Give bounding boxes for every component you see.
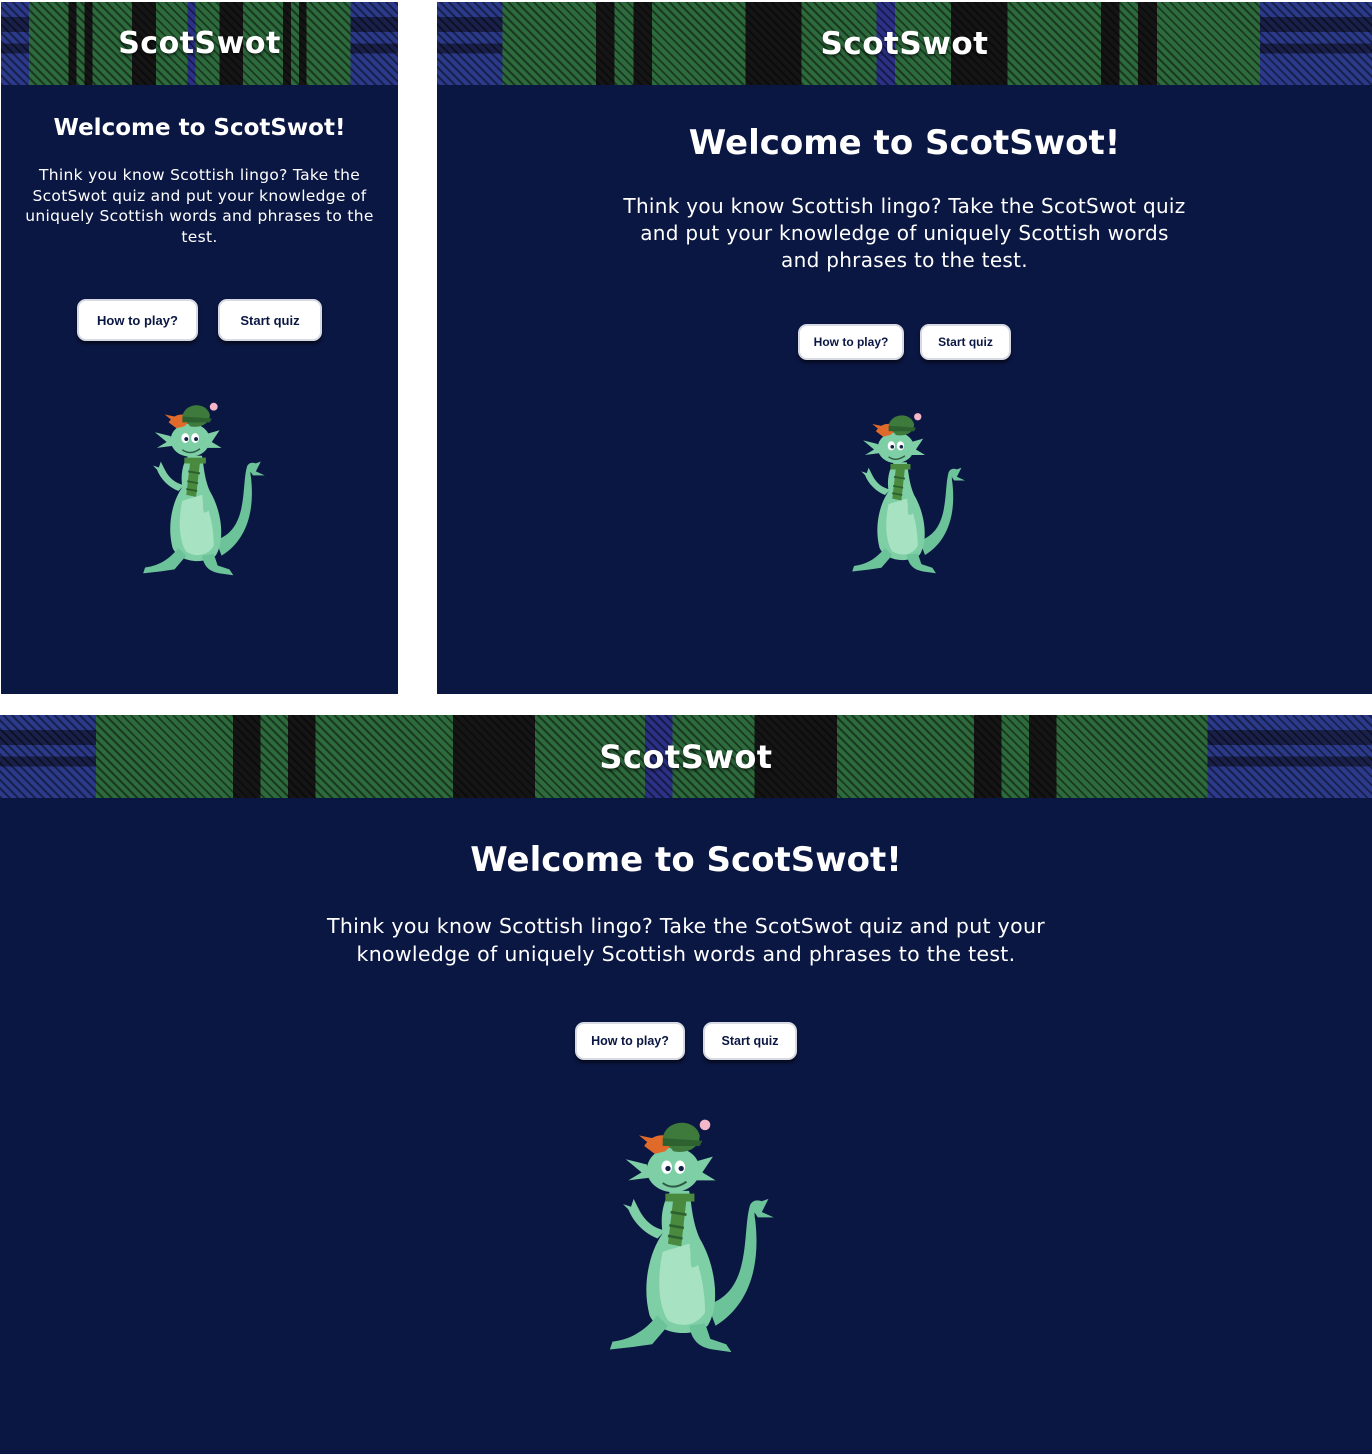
- tartan-header: ScotSwot: [437, 2, 1372, 85]
- welcome-heading: Welcome to ScotSwot!: [470, 840, 902, 880]
- welcome-heading: Welcome to ScotSwot!: [53, 115, 346, 141]
- intro-text: Think you know Scottish lingo? Take the …: [25, 166, 374, 246]
- start-quiz-button[interactable]: Start quiz: [218, 299, 322, 341]
- start-quiz-button[interactable]: Start quiz: [703, 1022, 797, 1060]
- action-buttons: How to play? Start quiz: [1, 299, 398, 341]
- intro-text: Think you know Scottish lingo? Take the …: [623, 194, 1186, 272]
- action-buttons: How to play? Start quiz: [0, 1022, 1372, 1060]
- action-buttons: How to play? Start quiz: [437, 324, 1372, 360]
- site-logo[interactable]: ScotSwot: [599, 738, 772, 776]
- site-logo[interactable]: ScotSwot: [118, 26, 281, 61]
- dragon-mascot-icon: [594, 1106, 779, 1371]
- start-quiz-button[interactable]: Start quiz: [920, 324, 1011, 360]
- tartan-header: ScotSwot: [0, 715, 1372, 798]
- tartan-header: ScotSwot: [1, 2, 398, 85]
- dragon-mascot-icon: [130, 393, 270, 589]
- how-to-play-button[interactable]: How to play?: [77, 299, 198, 341]
- dragon-mascot-icon: [840, 404, 970, 586]
- welcome-heading: Welcome to ScotSwot!: [688, 123, 1121, 163]
- site-logo[interactable]: ScotSwot: [821, 26, 989, 62]
- how-to-play-button[interactable]: How to play?: [798, 324, 904, 360]
- how-to-play-button[interactable]: How to play?: [575, 1022, 685, 1060]
- tablet-view-panel: ScotSwot Welcome to ScotSwot! Think you …: [437, 2, 1372, 694]
- mobile-view-panel: ScotSwot Welcome to ScotSwot! Think you …: [1, 2, 398, 694]
- intro-text: Think you know Scottish lingo? Take the …: [327, 914, 1045, 966]
- desktop-view-panel: ScotSwot Welcome to ScotSwot! Think you …: [0, 715, 1372, 1454]
